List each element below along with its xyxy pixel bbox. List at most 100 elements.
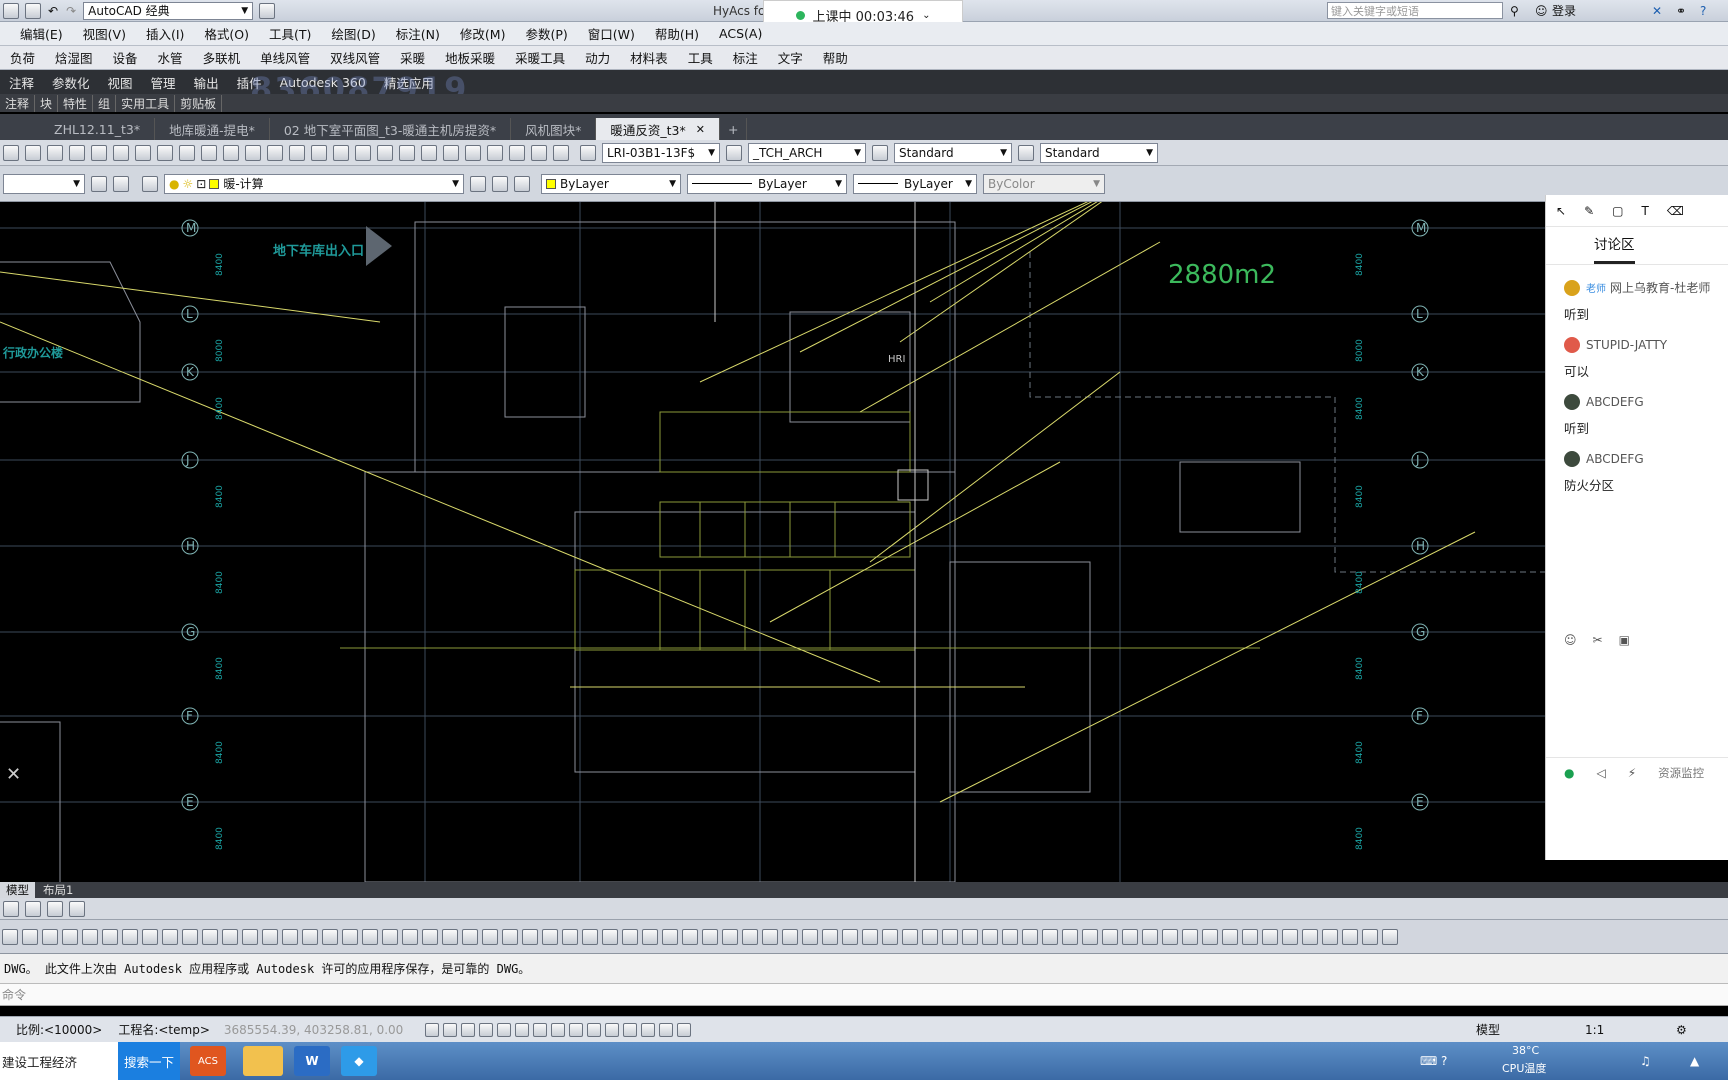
network-icon[interactable]: ⚭: [1676, 4, 1686, 18]
tch-tool-icon[interactable]: [1382, 928, 1398, 945]
resource-monitor-link[interactable]: 资源监控: [1658, 765, 1704, 781]
menu-item[interactable]: 工具(T): [259, 24, 321, 43]
plugin-menu-item[interactable]: 采暖工具: [505, 48, 575, 67]
make-current-icon[interactable]: [470, 175, 486, 192]
tch-tool-icon[interactable]: [742, 928, 758, 945]
ribbon-panel[interactable]: 实用工具: [116, 94, 176, 112]
tch-tool-icon[interactable]: [862, 928, 878, 945]
start-app-label[interactable]: 建设工程经济: [0, 1042, 118, 1080]
tch-tool-icon[interactable]: [242, 928, 258, 945]
tch-tool-icon[interactable]: [582, 928, 598, 945]
tch-tool-icon[interactable]: [1242, 928, 1258, 945]
tch-tool-icon[interactable]: [1182, 928, 1198, 945]
login-label[interactable]: 登录: [1552, 2, 1576, 19]
standard-tool-icon[interactable]: [509, 144, 525, 161]
drafting-toggle-icon[interactable]: [641, 1022, 656, 1037]
layer-manager-icon[interactable]: [113, 175, 129, 192]
microphone-icon[interactable]: ●: [1564, 766, 1574, 780]
standard-tool-icon[interactable]: [47, 144, 63, 161]
drafting-toggle-icon[interactable]: [659, 1022, 674, 1037]
tch-tool-icon[interactable]: [222, 928, 238, 945]
image-clip-icon[interactable]: [47, 900, 63, 917]
standard-tool-icon[interactable]: [531, 144, 547, 161]
avatar[interactable]: [1564, 394, 1580, 410]
drafting-toggle-icon[interactable]: [569, 1022, 584, 1037]
settings-icon[interactable]: ⚙: [1676, 1023, 1687, 1037]
tch-tool-icon[interactable]: [722, 928, 738, 945]
tch-tool-icon[interactable]: [1282, 928, 1298, 945]
menu-item[interactable]: 帮助(H): [645, 24, 709, 43]
tch-tool-icon[interactable]: [782, 928, 798, 945]
tch-tool-icon[interactable]: [1202, 928, 1218, 945]
tch-tool-icon[interactable]: [522, 928, 538, 945]
standard-tool-icon[interactable]: [487, 144, 503, 161]
tch-tool-icon[interactable]: [602, 928, 618, 945]
standard-tool-icon[interactable]: [377, 144, 393, 161]
tch-tool-icon[interactable]: [842, 928, 858, 945]
tch-tool-icon[interactable]: [1162, 928, 1178, 945]
tch-tool-icon[interactable]: [1122, 928, 1138, 945]
plugin-menu-item[interactable]: 双线风管: [320, 48, 390, 67]
signal-icon[interactable]: ⚡: [1628, 766, 1636, 780]
drafting-toggle-icon[interactable]: [533, 1022, 548, 1037]
menu-item[interactable]: 修改(M): [450, 24, 516, 43]
tch-tool-icon[interactable]: [1262, 928, 1278, 945]
plugin-menu-item[interactable]: 采暖: [390, 48, 435, 67]
table-style-icon[interactable]: [872, 144, 888, 161]
standard-tool-icon[interactable]: [245, 144, 261, 161]
pencil-icon[interactable]: ✎: [1584, 204, 1594, 218]
tch-tool-icon[interactable]: [1022, 928, 1038, 945]
plugin-menu-item[interactable]: 工具: [678, 48, 723, 67]
ribbon-tab[interactable]: 注释: [0, 73, 43, 92]
drafting-toggle-icon[interactable]: [425, 1022, 440, 1037]
command-input[interactable]: 命令: [0, 984, 1728, 1006]
tch-tool-icon[interactable]: [142, 928, 158, 945]
polyline-edit-icon[interactable]: [25, 900, 41, 917]
tch-tool-icon[interactable]: [402, 928, 418, 945]
rectangle-icon[interactable]: ▢: [1612, 204, 1623, 218]
tch-tool-icon[interactable]: [822, 928, 838, 945]
standard-tool-icon[interactable]: [157, 144, 173, 161]
lineweight-dropdown[interactable]: ByLayer ▼: [853, 173, 977, 194]
menu-item[interactable]: 编辑(E): [10, 24, 73, 43]
workspace-dropdown[interactable]: AutoCAD 经典 ▼: [83, 1, 254, 20]
text-style-icon[interactable]: [580, 144, 596, 161]
plugin-menu-item[interactable]: 标注: [723, 48, 768, 67]
microphone-tray-icon[interactable]: ♫: [1640, 1054, 1651, 1068]
layer-previous-icon[interactable]: [492, 175, 508, 192]
ribbon-tab[interactable]: 视图: [99, 73, 142, 92]
drafting-toggle-icon[interactable]: [623, 1022, 638, 1037]
drafting-toggle-icon[interactable]: [479, 1022, 494, 1037]
standard-tool-icon[interactable]: [355, 144, 371, 161]
chevron-down-icon[interactable]: ⌄: [922, 10, 930, 21]
tch-tool-icon[interactable]: [282, 928, 298, 945]
emoji-icon[interactable]: ☺: [1564, 633, 1577, 647]
undo-icon[interactable]: ↶: [48, 4, 58, 18]
standard-tool-icon[interactable]: [311, 144, 327, 161]
quick-access-icon[interactable]: [259, 2, 276, 19]
multileader-style-dropdown[interactable]: Standard ▼: [1040, 142, 1158, 163]
save-icon[interactable]: [3, 2, 19, 19]
eraser-icon[interactable]: ⌫: [1667, 204, 1684, 218]
tray-expand-icon[interactable]: ▲: [1690, 1054, 1699, 1068]
ribbon-panel[interactable]: 注释: [0, 94, 36, 112]
tch-tool-icon[interactable]: [162, 928, 178, 945]
word-app-icon[interactable]: W: [294, 1046, 330, 1076]
speaker-icon[interactable]: ◁: [1596, 766, 1605, 780]
lightbulb-icon[interactable]: ●: [169, 177, 179, 191]
tch-tool-icon[interactable]: [442, 928, 458, 945]
plugin-menu-item[interactable]: 设备: [103, 48, 148, 67]
project-status[interactable]: 工程名:<temp>: [118, 1021, 210, 1038]
tch-tool-icon[interactable]: [1042, 928, 1058, 945]
tch-tool-icon[interactable]: [422, 928, 438, 945]
standard-tool-icon[interactable]: [113, 144, 129, 161]
text-tool-icon[interactable]: T: [1641, 204, 1648, 218]
file-explorer-icon[interactable]: [243, 1046, 283, 1076]
tch-tool-icon[interactable]: [1342, 928, 1358, 945]
tab-discussion[interactable]: 讨论区: [1594, 233, 1635, 264]
tch-tool-icon[interactable]: [342, 928, 358, 945]
tch-tool-icon[interactable]: [182, 928, 198, 945]
tch-tool-icon[interactable]: [202, 928, 218, 945]
standard-tool-icon[interactable]: [399, 144, 415, 161]
tch-tool-icon[interactable]: [1002, 928, 1018, 945]
